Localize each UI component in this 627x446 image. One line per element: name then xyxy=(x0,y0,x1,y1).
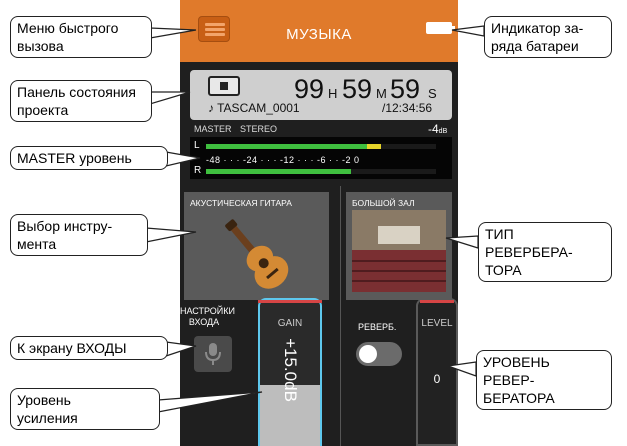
callout-to-inputs: К экрану ВХОДЫ xyxy=(10,336,168,360)
instrument-label: АКУСТИЧЕСКАЯ ГИТАРА xyxy=(190,198,292,208)
meter-track-r xyxy=(206,169,436,174)
callout-project-status: Панель состояния проекта xyxy=(10,80,152,122)
project-status-panel[interactable]: 99 H 59 M 59 S ♪ TASCAM_0001 /12:34:56 xyxy=(190,70,452,120)
level-indicator xyxy=(420,300,454,303)
timer-seconds-unit: S xyxy=(428,86,437,101)
callout-reverb-type: ТИП РЕВЕРБЕРА- ТОРА xyxy=(478,222,612,282)
meter-track-l xyxy=(206,144,436,149)
callout-reverb-level: УРОВЕНЬ РЕВЕР- БЕРАТОРА xyxy=(476,350,612,410)
channel-l-label: L xyxy=(194,140,200,151)
divider xyxy=(340,186,341,446)
concert-hall-image xyxy=(352,210,446,292)
timer-hours-unit: H xyxy=(328,86,338,101)
stop-icon xyxy=(208,76,240,96)
meter-db-value: -4dB xyxy=(428,122,448,136)
reverb-type-label: БОЛЬШОЙ ЗАЛ xyxy=(352,198,415,208)
microphone-icon xyxy=(205,343,221,365)
callout-master-level: MASTER уровень xyxy=(10,146,168,170)
gain-value: +15.0dB xyxy=(281,338,300,402)
screen-title: МУЗЫКА xyxy=(286,26,352,43)
level-label: LEVEL xyxy=(421,318,453,329)
meter-bar-r xyxy=(206,169,351,174)
battery-icon xyxy=(426,22,455,34)
channel-r-label: R xyxy=(194,165,202,176)
meter-bar-l xyxy=(206,144,381,149)
gain-indicator xyxy=(258,300,322,303)
inputs-screen-button[interactable] xyxy=(194,336,232,372)
callout-instrument-select: Выбор инстру-мента xyxy=(10,214,148,256)
reverb-switch-label: РЕВЕРБ. xyxy=(358,322,397,332)
timer-minutes-unit: M xyxy=(376,86,387,101)
input-settings-label: НАСТРОЙКИ ВХОДА xyxy=(180,306,235,327)
project-name: ♪ TASCAM_0001 xyxy=(208,101,300,115)
meter-scale: -48 · · · -24 · · · -12 · · · -6 · · -2 … xyxy=(206,155,360,165)
project-duration: /12:34:56 xyxy=(382,101,433,115)
device-screen: МУЗЫКА 99 H 59 M 59 S ♪ TASCAM_0001 /12:… xyxy=(180,0,458,446)
level-value: 0 xyxy=(433,372,441,386)
callout-quick-menu: Меню быстрого вызова xyxy=(10,16,152,58)
reverb-toggle[interactable] xyxy=(356,342,402,366)
meter-master-label: MASTER xyxy=(194,124,232,134)
timer-minutes: 59 xyxy=(342,74,373,104)
callout-gain-level: Уровень усиления xyxy=(10,388,160,430)
callout-battery: Индикатор за-ряда батареи xyxy=(484,16,612,58)
meter-mode-label: STEREO xyxy=(240,124,278,134)
guitar-icon xyxy=(225,219,289,289)
